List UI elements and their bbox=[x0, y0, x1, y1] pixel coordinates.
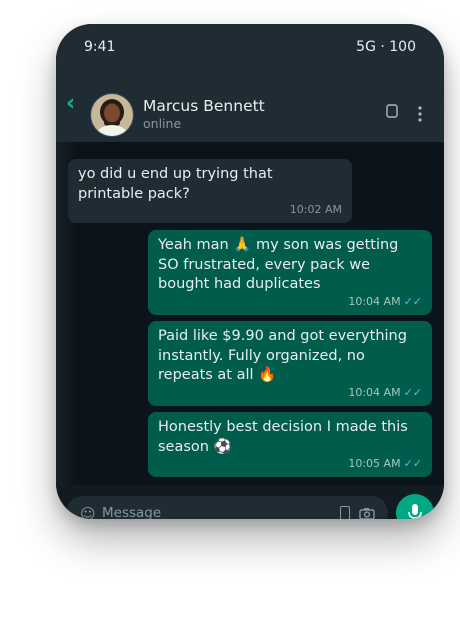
message-meta: 10:05 AM ✓✓ bbox=[348, 454, 422, 474]
message-time: 10:02 AM bbox=[289, 202, 342, 216]
message-meta: 10:04 AM ✓✓ bbox=[348, 383, 422, 403]
mic-icon bbox=[408, 504, 422, 519]
message-bubble[interactable]: Yeah man 🙏 my son was getting SO frustra… bbox=[148, 230, 432, 315]
message-time: 10:05 AM bbox=[348, 456, 401, 470]
emoji-icon[interactable]: ☺ bbox=[80, 505, 96, 519]
status-bar: 9:41 5G · 100 bbox=[56, 24, 444, 70]
avatar-image bbox=[91, 94, 133, 136]
message-bubble[interactable]: Paid like $9.90 and got everything insta… bbox=[148, 321, 432, 406]
contact-status: online bbox=[143, 116, 182, 131]
avatar[interactable] bbox=[90, 93, 134, 137]
chat-area[interactable]: yo did u end up trying that printable pa… bbox=[56, 142, 444, 485]
message-text: Yeah man 🙏 my son was getting SO frustra… bbox=[158, 237, 399, 292]
phone-frame: 9:41 5G · 100 ‹ Marcus Bennett online yo… bbox=[56, 24, 444, 519]
message-time: 10:04 AM bbox=[348, 294, 401, 308]
contact-name[interactable]: Marcus Bennett bbox=[143, 97, 265, 115]
attach-icon[interactable] bbox=[340, 506, 350, 519]
message-time: 10:04 AM bbox=[348, 385, 401, 399]
read-ticks-icon: ✓✓ bbox=[403, 385, 422, 399]
message-input[interactable] bbox=[102, 502, 302, 519]
status-network: 5G · 100 bbox=[356, 39, 416, 55]
phone-icon[interactable] bbox=[386, 104, 398, 118]
message-bubble[interactable]: yo did u end up trying that printable pa… bbox=[68, 159, 352, 223]
read-ticks-icon: ✓✓ bbox=[403, 456, 422, 470]
message-text: Paid like $9.90 and got everything insta… bbox=[158, 328, 407, 383]
chat-header: ‹ Marcus Bennett online bbox=[56, 70, 444, 142]
message-bubble[interactable]: Honestly best decision I made this seaso… bbox=[148, 412, 432, 477]
status-time: 9:41 bbox=[84, 39, 116, 55]
camera-icon[interactable] bbox=[359, 507, 375, 519]
message-text: Honestly best decision I made this seaso… bbox=[158, 419, 408, 455]
message-meta: 10:04 AM ✓✓ bbox=[348, 292, 422, 312]
message-text: yo did u end up trying that printable pa… bbox=[78, 166, 273, 202]
message-meta: 10:02 AM bbox=[290, 200, 342, 220]
menu-dots-icon[interactable] bbox=[418, 106, 422, 122]
read-ticks-icon: ✓✓ bbox=[403, 294, 422, 308]
